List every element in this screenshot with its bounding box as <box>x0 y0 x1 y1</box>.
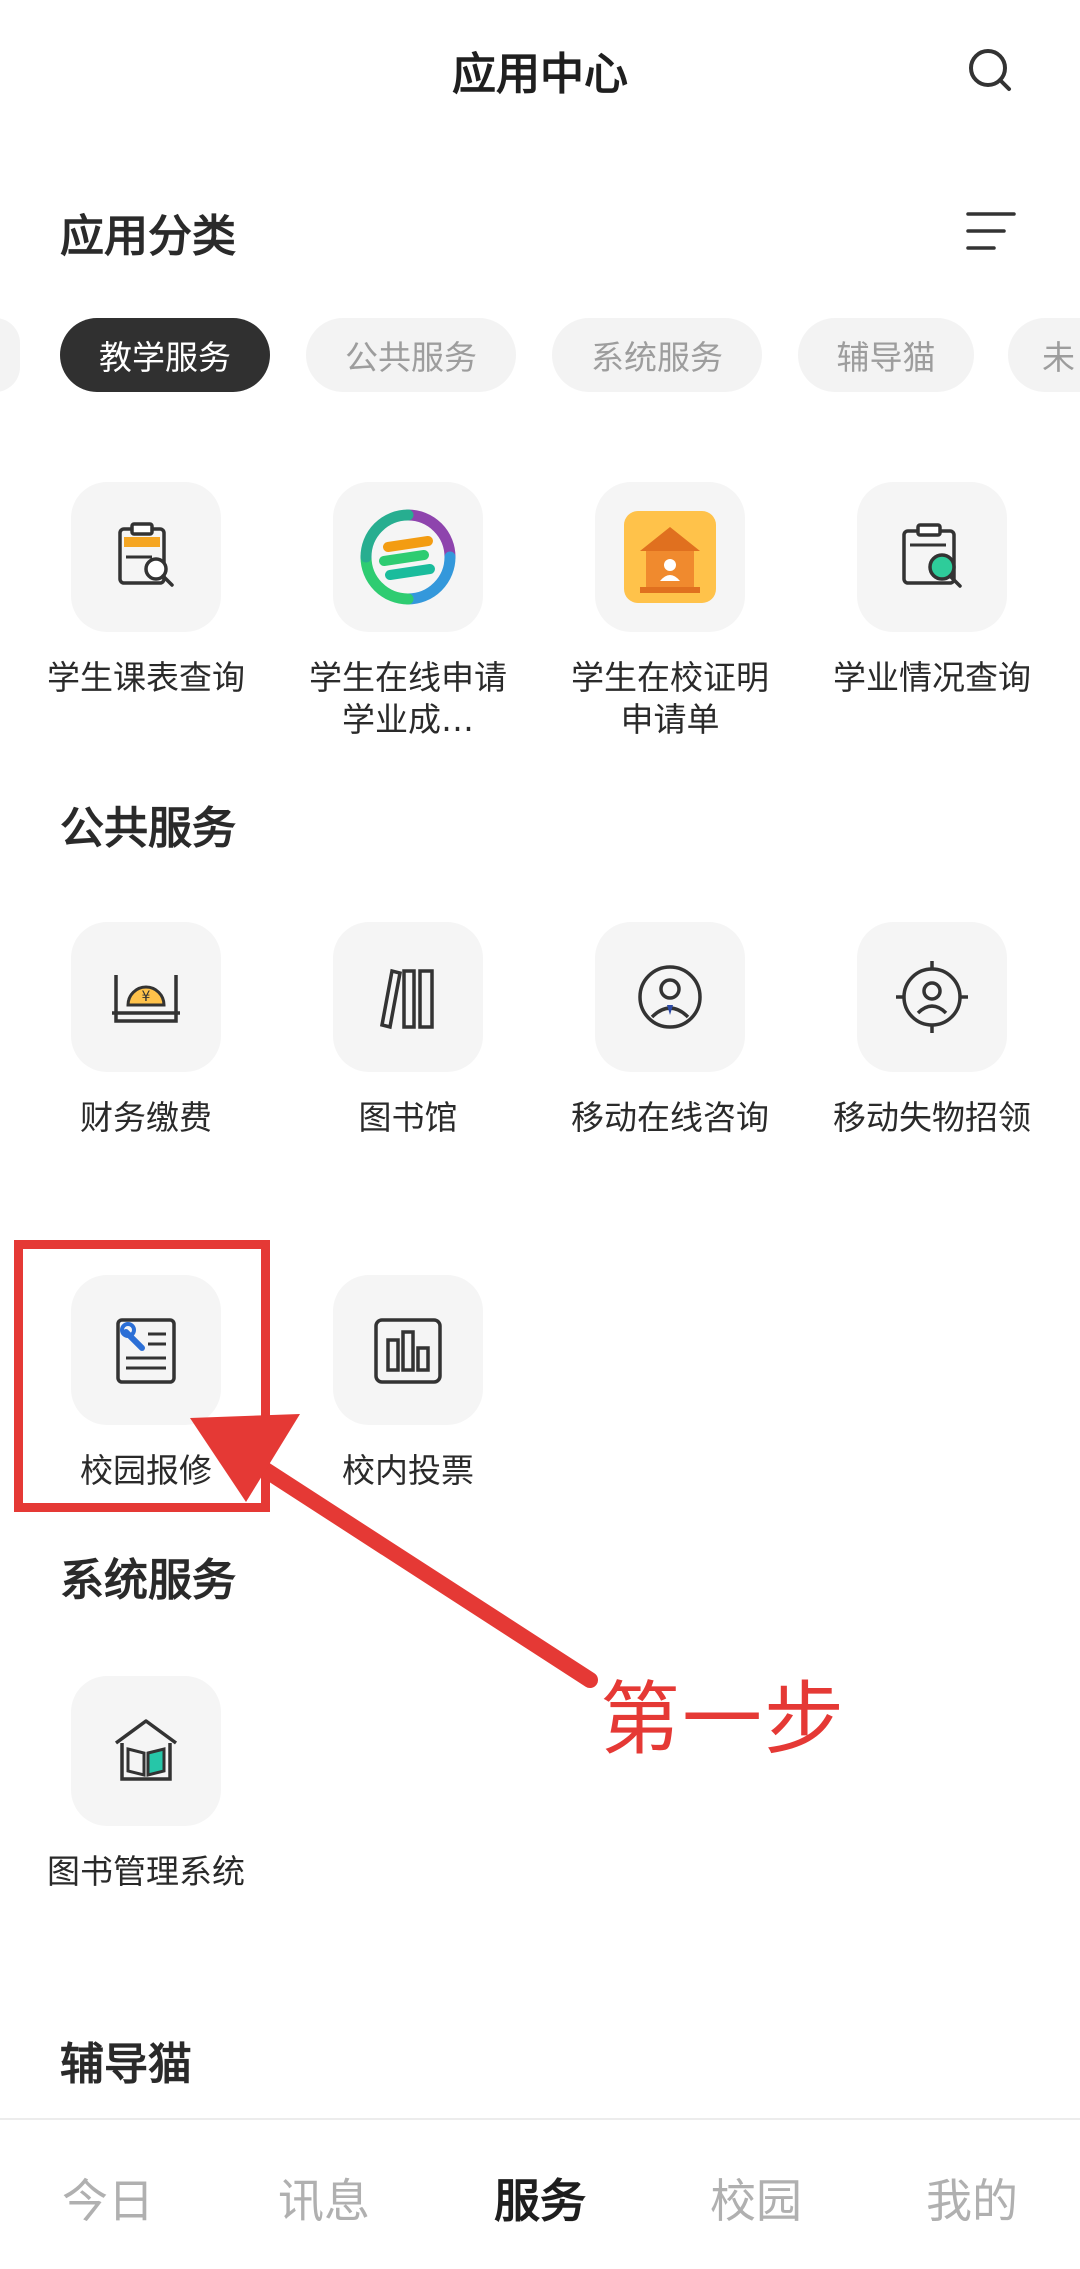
tutor-section-title: 辅导猫 <box>60 2039 192 2090</box>
academic-search-icon <box>902 523 962 588</box>
app-label: 校内投票 <box>342 1451 474 1490</box>
app-label: 学生在校证明申请单 <box>571 658 769 739</box>
category-chip-more[interactable]: 未 <box>1008 318 1080 392</box>
app-icon-box <box>857 922 1007 1072</box>
nav-messages[interactable]: 讯息 <box>216 2165 432 2231</box>
app-label: 移动在线咨询 <box>571 1098 769 1137</box>
bottom-nav: 今日 讯息 服务 校园 我的 <box>0 2118 1080 2269</box>
annotation-highlight-box <box>14 1240 270 1512</box>
app-label: 学生在线申请学业成… <box>309 658 507 739</box>
app-icon-box: ¥ <box>71 922 221 1072</box>
system-section-title: 系统服务 <box>60 1555 236 1606</box>
consult-person-icon <box>638 965 702 1029</box>
annotation-step-label: 第一步 <box>600 1673 846 1766</box>
app-icon-box <box>71 1676 221 1826</box>
swirl-logo-icon <box>360 509 456 605</box>
search-button[interactable] <box>960 40 1022 102</box>
public-section-title: 公共服务 <box>60 803 236 854</box>
nav-services[interactable]: 服务 <box>432 2165 648 2231</box>
payment-icon: ¥ <box>112 975 180 1023</box>
app-icon-box <box>71 482 221 632</box>
svg-text:¥: ¥ <box>142 989 151 1005</box>
book-house-icon <box>114 1719 178 1781</box>
search-icon <box>969 49 1011 91</box>
app-icon-box <box>595 482 745 632</box>
page-title: 应用中心 <box>452 49 628 100</box>
app-icon-box <box>333 922 483 1072</box>
app-label: 学生课表查询 <box>47 658 245 697</box>
category-chip-public[interactable]: 公共服务 <box>306 318 516 392</box>
app-label: 财务缴费 <box>80 1098 212 1137</box>
app-icon-box <box>333 482 483 632</box>
lost-found-icon <box>896 961 968 1033</box>
category-chip-teaching[interactable]: 教学服务 <box>60 318 270 392</box>
app-icon-box <box>857 482 1007 632</box>
school-certificate-icon <box>624 511 716 603</box>
library-books-icon <box>379 968 434 1030</box>
nav-me[interactable]: 我的 <box>864 2165 1080 2231</box>
app-label: 图书馆 <box>358 1098 458 1137</box>
category-chip-system[interactable]: 系统服务 <box>552 318 762 392</box>
category-section-title: 应用分类 <box>60 211 236 262</box>
app-label: 移动失物招领 <box>833 1098 1031 1137</box>
app-label: 学业情况查询 <box>833 658 1031 697</box>
category-chip-tutor[interactable]: 辅导猫 <box>798 318 974 392</box>
app-label: 图书管理系统 <box>47 1852 245 1891</box>
app-icon-box <box>595 922 745 1072</box>
vote-chart-icon <box>374 1318 442 1384</box>
app-icon-box <box>333 1275 483 1425</box>
nav-today[interactable]: 今日 <box>0 2165 216 2231</box>
nav-campus[interactable]: 校园 <box>648 2165 864 2231</box>
category-chip-partial[interactable] <box>0 318 20 392</box>
filter-icon <box>966 212 1016 250</box>
schedule-search-icon <box>118 522 174 587</box>
filter-button[interactable] <box>960 200 1022 262</box>
